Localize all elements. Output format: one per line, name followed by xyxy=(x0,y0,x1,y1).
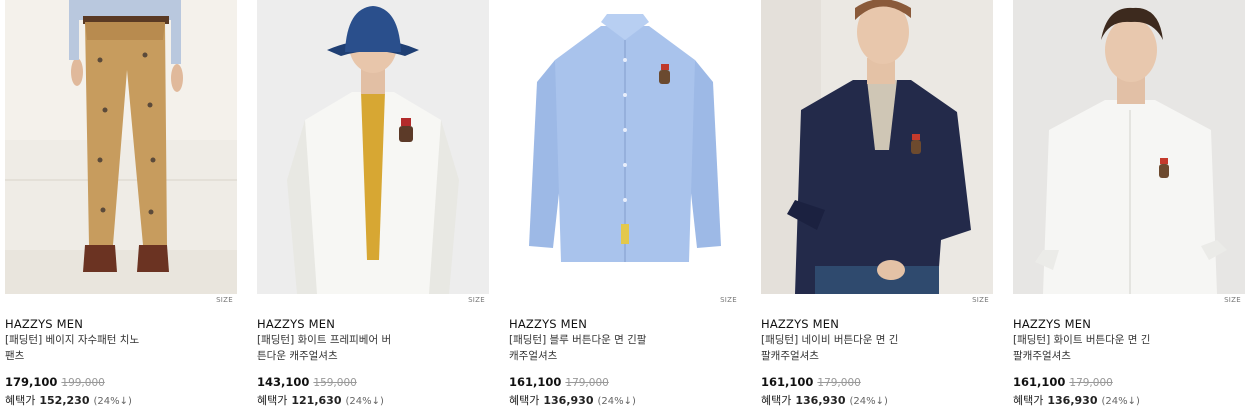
product-card[interactable]: SIZE HAZZYS MEN [패딩턴] 화이트 프레피베어 버 튼다운 캐주… xyxy=(257,0,489,415)
benefit-row: 혜택가 136,930 (24%↓) xyxy=(1013,392,1140,408)
product-image[interactable] xyxy=(1013,0,1245,294)
product-name[interactable]: [패딩턴] 블루 버튼다운 면 긴팔 캐주얼셔츠 xyxy=(509,332,679,364)
product-name-line: 캐주얼셔츠 xyxy=(509,350,558,362)
benefit-label: 혜택가 xyxy=(257,394,288,407)
size-label[interactable]: SIZE xyxy=(720,296,737,304)
sale-price: 161,100 xyxy=(761,375,814,389)
price-row: 179,100 199,000 xyxy=(5,375,105,389)
product-name-line: [패딩턴] 화이트 버튼다운 면 긴 xyxy=(1013,334,1151,346)
brand-name[interactable]: HAZZYS MEN xyxy=(5,317,83,331)
product-name-line: [패딩턴] 블루 버튼다운 면 긴팔 xyxy=(509,334,647,346)
product-name-line: 튼다운 캐주얼셔츠 xyxy=(257,350,338,362)
size-label[interactable]: SIZE xyxy=(972,296,989,304)
original-price: 179,000 xyxy=(1069,377,1113,389)
product-name[interactable]: [패딩턴] 베이지 자수패턴 치노 팬츠 xyxy=(5,332,175,364)
product-card[interactable]: SIZE HAZZYS MEN [패딩턴] 베이지 자수패턴 치노 팬츠 179… xyxy=(5,0,237,415)
original-price: 199,000 xyxy=(61,377,105,389)
benefit-rate: (24%↓) xyxy=(597,396,636,407)
product-name-line: [패딩턴] 베이지 자수패턴 치노 xyxy=(5,334,140,346)
benefit-row: 혜택가 152,230 (24%↓) xyxy=(5,392,132,408)
product-name-line: [패딩턴] 화이트 프레피베어 버 xyxy=(257,334,392,346)
product-grid: SIZE HAZZYS MEN [패딩턴] 베이지 자수패턴 치노 팬츠 179… xyxy=(0,0,1249,415)
product-name[interactable]: [패딩턴] 화이트 버튼다운 면 긴 팔캐주얼셔츠 xyxy=(1013,332,1183,364)
benefit-price: 121,630 xyxy=(291,394,342,407)
benefit-price: 152,230 xyxy=(39,394,90,407)
brand-name[interactable]: HAZZYS MEN xyxy=(257,317,335,331)
size-label[interactable]: SIZE xyxy=(216,296,233,304)
size-label[interactable]: SIZE xyxy=(1224,296,1241,304)
price-row: 161,100 179,000 xyxy=(761,375,861,389)
product-name[interactable]: [패딩턴] 네이비 버튼다운 면 긴 팔캐주얼셔츠 xyxy=(761,332,931,364)
product-name-line: 팔캐주얼셔츠 xyxy=(1013,350,1071,362)
product-card[interactable]: SIZE HAZZYS MEN [패딩턴] 네이비 버튼다운 면 긴 팔캐주얼셔… xyxy=(761,0,993,415)
product-name-line: 팬츠 xyxy=(5,350,25,362)
sale-price: 161,100 xyxy=(509,375,562,389)
product-image[interactable] xyxy=(5,0,237,294)
benefit-price: 136,930 xyxy=(795,394,846,407)
brand-name[interactable]: HAZZYS MEN xyxy=(761,317,839,331)
sale-price: 161,100 xyxy=(1013,375,1066,389)
price-row: 143,100 159,000 xyxy=(257,375,357,389)
benefit-label: 혜택가 xyxy=(509,394,540,407)
sale-price: 179,100 xyxy=(5,375,58,389)
product-image[interactable] xyxy=(509,0,741,294)
benefit-rate: (24%↓) xyxy=(849,396,888,407)
brand-name[interactable]: HAZZYS MEN xyxy=(509,317,587,331)
product-name-line: 팔캐주얼셔츠 xyxy=(761,350,819,362)
original-price: 179,000 xyxy=(565,377,609,389)
sale-price: 143,100 xyxy=(257,375,310,389)
benefit-price: 136,930 xyxy=(543,394,594,407)
original-price: 179,000 xyxy=(817,377,861,389)
benefit-price: 136,930 xyxy=(1047,394,1098,407)
benefit-row: 혜택가 136,930 (24%↓) xyxy=(761,392,888,408)
product-image[interactable] xyxy=(257,0,489,294)
product-name[interactable]: [패딩턴] 화이트 프레피베어 버 튼다운 캐주얼셔츠 xyxy=(257,332,427,364)
benefit-label: 혜택가 xyxy=(1013,394,1044,407)
benefit-row: 혜택가 121,630 (24%↓) xyxy=(257,392,384,408)
product-card[interactable]: SIZE HAZZYS MEN [패딩턴] 화이트 버튼다운 면 긴 팔캐주얼셔… xyxy=(1013,0,1245,415)
original-price: 159,000 xyxy=(313,377,357,389)
benefit-rate: (24%↓) xyxy=(93,396,132,407)
benefit-rate: (24%↓) xyxy=(345,396,384,407)
benefit-rate: (24%↓) xyxy=(1101,396,1140,407)
benefit-row: 혜택가 136,930 (24%↓) xyxy=(509,392,636,408)
benefit-label: 혜택가 xyxy=(5,394,36,407)
product-card[interactable]: SIZE HAZZYS MEN [패딩턴] 블루 버튼다운 면 긴팔 캐주얼셔츠… xyxy=(509,0,741,415)
brand-name[interactable]: HAZZYS MEN xyxy=(1013,317,1091,331)
benefit-label: 혜택가 xyxy=(761,394,792,407)
price-row: 161,100 179,000 xyxy=(509,375,609,389)
size-label[interactable]: SIZE xyxy=(468,296,485,304)
price-row: 161,100 179,000 xyxy=(1013,375,1113,389)
product-image[interactable] xyxy=(761,0,993,294)
product-name-line: [패딩턴] 네이비 버튼다운 면 긴 xyxy=(761,334,899,346)
